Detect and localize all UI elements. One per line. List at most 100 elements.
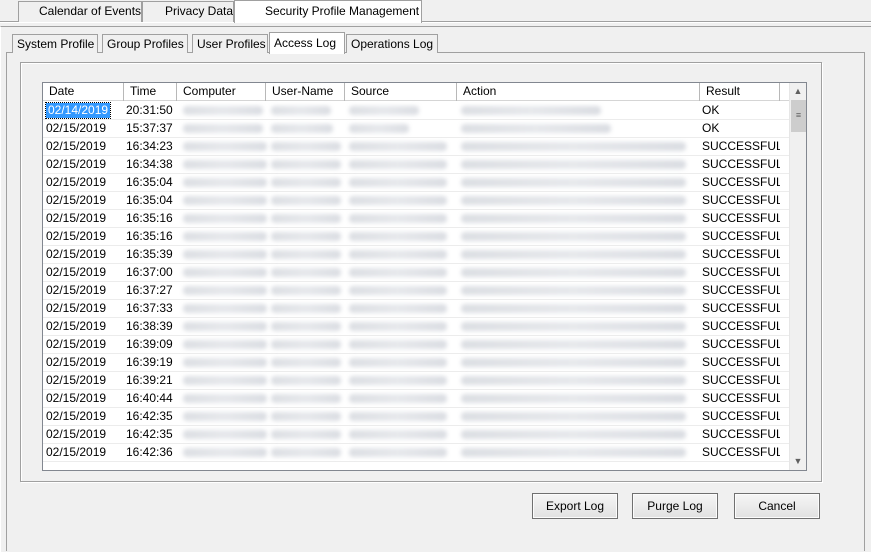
table-row[interactable]: 02/15/2019 16:39:09 SUCCESSFUL bbox=[43, 336, 789, 354]
cell-computer-redacted bbox=[183, 160, 267, 169]
cell-user-name-redacted bbox=[271, 124, 333, 133]
cell-date: 02/15/2019 bbox=[44, 192, 124, 209]
column-header-label: Result bbox=[706, 84, 741, 98]
table-row[interactable]: 02/15/2019 16:35:04 SUCCESSFUL bbox=[43, 174, 789, 192]
tab-label: Group Profiles bbox=[107, 37, 184, 51]
cell-user-name-redacted bbox=[271, 232, 341, 241]
cell-time: 16:37:00 bbox=[126, 265, 173, 279]
table-row[interactable]: 02/14/2019 20:31:50 OK bbox=[43, 102, 789, 120]
cell-computer-redacted bbox=[183, 196, 267, 205]
cell-time: 20:31:50 bbox=[126, 103, 173, 117]
tab-system-profile[interactable]: System Profile bbox=[12, 34, 98, 53]
cell-time: 16:40:44 bbox=[126, 391, 173, 405]
cell-computer-redacted bbox=[183, 106, 263, 115]
cell-result: SUCCESSFUL bbox=[702, 265, 780, 279]
table-row[interactable]: 02/15/2019 16:42:35 SUCCESSFUL bbox=[43, 408, 789, 426]
table-row[interactable]: 02/15/2019 16:39:19 SUCCESSFUL bbox=[43, 354, 789, 372]
cell-action-redacted bbox=[461, 268, 686, 277]
column-header-source[interactable]: Source bbox=[345, 83, 457, 101]
table-row[interactable]: 02/15/2019 16:35:39 SUCCESSFUL bbox=[43, 246, 789, 264]
cancel-button[interactable]: Cancel bbox=[734, 493, 820, 519]
cell-action-redacted bbox=[461, 178, 686, 187]
column-header-time[interactable]: Time bbox=[124, 83, 177, 101]
table-row[interactable]: 02/15/2019 16:34:23 SUCCESSFUL bbox=[43, 138, 789, 156]
cell-date-text: 02/15/2019 bbox=[46, 247, 107, 261]
access-log-list[interactable]: Date Time Computer User-Name Source Acti… bbox=[42, 82, 807, 471]
purge-log-button[interactable]: Purge Log bbox=[632, 493, 718, 519]
cell-user-name-redacted bbox=[271, 412, 341, 421]
cell-result: SUCCESSFUL bbox=[702, 355, 780, 369]
tab-group-profiles[interactable]: Group Profiles bbox=[102, 34, 188, 53]
tab-user-profiles[interactable]: User Profiles bbox=[192, 34, 268, 53]
cell-action-redacted bbox=[461, 412, 686, 421]
cell-date-text: 02/15/2019 bbox=[46, 193, 107, 207]
cell-action-redacted bbox=[461, 304, 686, 313]
cell-date: 02/15/2019 bbox=[44, 444, 124, 461]
table-row[interactable]: 02/15/2019 16:37:33 SUCCESSFUL bbox=[43, 300, 789, 318]
column-header-date[interactable]: Date bbox=[43, 83, 124, 101]
column-header-computer[interactable]: Computer bbox=[177, 83, 266, 101]
column-header-label: Date bbox=[49, 84, 75, 98]
tab-calendar-of-events[interactable]: Calendar of Events bbox=[18, 1, 142, 22]
cell-computer-redacted bbox=[183, 214, 267, 223]
table-row[interactable]: 02/15/2019 15:37:37 OK bbox=[43, 120, 789, 138]
cell-date: 02/15/2019 bbox=[44, 210, 124, 227]
cell-source-redacted bbox=[349, 358, 447, 367]
cell-time: 16:34:23 bbox=[126, 139, 173, 153]
cell-user-name-redacted bbox=[271, 142, 341, 151]
cell-result: SUCCESSFUL bbox=[702, 157, 780, 171]
column-header-action[interactable]: Action bbox=[457, 83, 700, 101]
table-row[interactable]: 02/15/2019 16:37:00 SUCCESSFUL bbox=[43, 264, 789, 282]
table-row[interactable]: 02/15/2019 16:38:39 SUCCESSFUL bbox=[43, 318, 789, 336]
cell-action-redacted bbox=[461, 250, 686, 259]
cell-result: SUCCESSFUL bbox=[702, 193, 780, 207]
cell-date-text: 02/15/2019 bbox=[46, 337, 107, 351]
cell-action-redacted bbox=[461, 214, 686, 223]
cell-user-name-redacted bbox=[271, 286, 341, 295]
cell-result: SUCCESSFUL bbox=[702, 139, 780, 153]
grip-icon[interactable]: ≡ bbox=[791, 100, 806, 132]
cell-computer-redacted bbox=[183, 124, 263, 133]
cell-user-name-redacted bbox=[271, 394, 341, 403]
table-row[interactable]: 02/15/2019 16:34:38 SUCCESSFUL bbox=[43, 156, 789, 174]
column-header-label: Source bbox=[351, 84, 390, 98]
column-header-result[interactable]: Result bbox=[700, 83, 780, 101]
cell-source-redacted bbox=[349, 340, 447, 349]
cell-date-text: 02/15/2019 bbox=[46, 157, 107, 171]
cell-date: 02/15/2019 bbox=[44, 246, 124, 263]
table-row[interactable]: 02/15/2019 16:35:16 SUCCESSFUL bbox=[43, 210, 789, 228]
cell-result: SUCCESSFUL bbox=[702, 229, 780, 243]
cell-user-name-redacted bbox=[271, 268, 341, 277]
tab-label: Access Log bbox=[274, 36, 337, 50]
cell-computer-redacted bbox=[183, 232, 267, 241]
vertical-scrollbar[interactable]: ▲ ≡ ▼ bbox=[789, 83, 806, 470]
table-row[interactable]: 02/15/2019 16:35:04 SUCCESSFUL bbox=[43, 192, 789, 210]
cell-action-redacted bbox=[461, 430, 686, 439]
tab-privacy-data[interactable]: Privacy Data bbox=[142, 1, 234, 22]
cell-action-redacted bbox=[461, 394, 686, 403]
cell-result: SUCCESSFUL bbox=[702, 319, 780, 333]
cell-result: SUCCESSFUL bbox=[702, 283, 780, 297]
tab-operations-log[interactable]: Operations Log bbox=[346, 34, 438, 53]
cell-time: 16:37:27 bbox=[126, 283, 173, 297]
chevron-up-icon[interactable]: ▲ bbox=[790, 83, 806, 100]
chevron-down-icon[interactable]: ▼ bbox=[790, 453, 806, 470]
cell-source-redacted bbox=[349, 214, 447, 223]
table-row[interactable]: 02/15/2019 16:39:21 SUCCESSFUL bbox=[43, 372, 789, 390]
table-row[interactable]: 02/15/2019 16:42:35 SUCCESSFUL bbox=[43, 426, 789, 444]
column-header-user-name[interactable]: User-Name bbox=[266, 83, 345, 101]
tab-security-profile-management[interactable]: Security Profile Management bbox=[234, 0, 422, 23]
cell-result: SUCCESSFUL bbox=[702, 373, 780, 387]
cell-date-text: 02/15/2019 bbox=[46, 301, 107, 315]
table-row[interactable]: 02/15/2019 16:40:44 SUCCESSFUL bbox=[43, 390, 789, 408]
table-row[interactable]: 02/15/2019 16:37:27 SUCCESSFUL bbox=[43, 282, 789, 300]
cell-user-name-redacted bbox=[271, 376, 341, 385]
export-log-button[interactable]: Export Log bbox=[532, 493, 618, 519]
tab-access-log[interactable]: Access Log bbox=[269, 32, 345, 54]
cell-date: 02/14/2019 bbox=[44, 102, 124, 119]
table-row[interactable]: 02/15/2019 16:42:36 SUCCESSFUL bbox=[43, 444, 789, 462]
cell-date-text: 02/15/2019 bbox=[46, 121, 107, 135]
table-row[interactable]: 02/15/2019 16:35:16 SUCCESSFUL bbox=[43, 228, 789, 246]
cell-result: SUCCESSFUL bbox=[702, 337, 780, 351]
cell-source-redacted bbox=[349, 160, 447, 169]
